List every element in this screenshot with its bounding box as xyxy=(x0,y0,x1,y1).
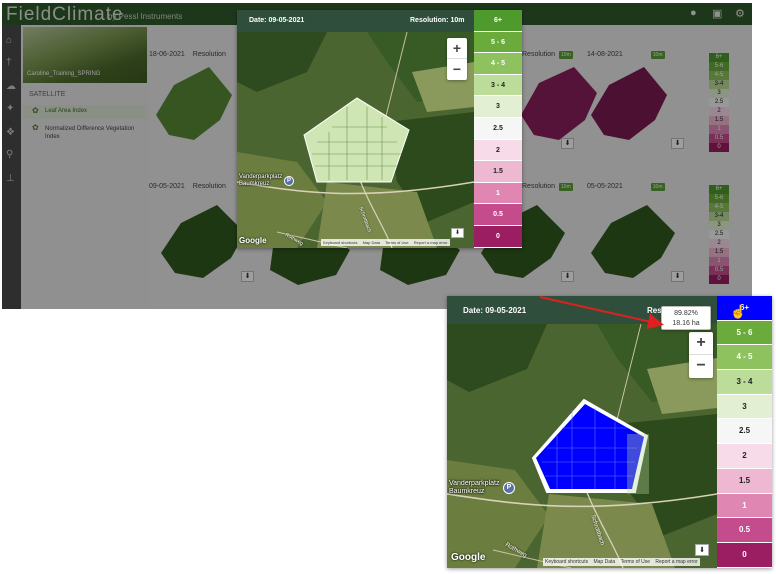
annotation-arrow xyxy=(539,296,664,330)
